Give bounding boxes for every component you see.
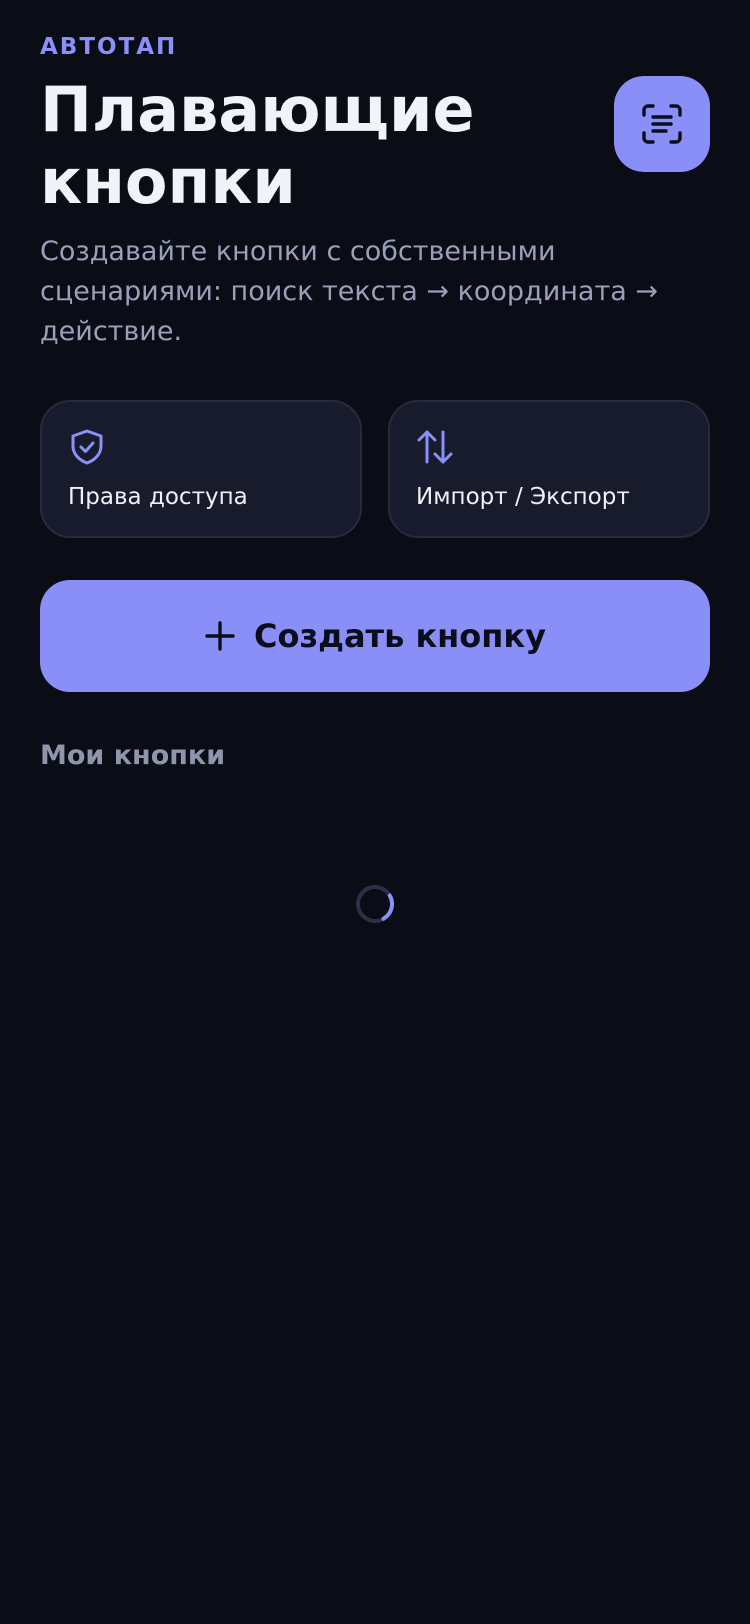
scan-text-button[interactable]	[614, 76, 710, 172]
loading-spinner-icon	[356, 885, 394, 923]
my-buttons-heading: Мои кнопки	[40, 740, 226, 771]
permissions-label: Права доступа	[68, 484, 248, 510]
import-export-label: Импорт / Экспорт	[416, 484, 630, 510]
page-subtitle: Создавайте кнопки с собственными сценари…	[40, 236, 658, 347]
create-button[interactable]: Создать кнопку	[40, 580, 710, 692]
permissions-button[interactable]: Права доступа	[40, 400, 362, 538]
scan-text-icon	[642, 104, 682, 144]
create-button-label: Создать кнопку	[254, 617, 546, 655]
import-export-button[interactable]: Импорт / Экспорт	[388, 400, 710, 538]
floating-buttons-screen: АВТОТАП Плавающие кнопки Создавайте кноп…	[0, 0, 750, 1624]
shield-check-icon	[71, 429, 103, 465]
plus-icon	[205, 621, 235, 651]
page-title: Плавающие кнопки	[40, 73, 475, 218]
arrows-up-down-icon	[417, 430, 453, 464]
app-eyebrow: АВТОТАП	[40, 34, 178, 60]
